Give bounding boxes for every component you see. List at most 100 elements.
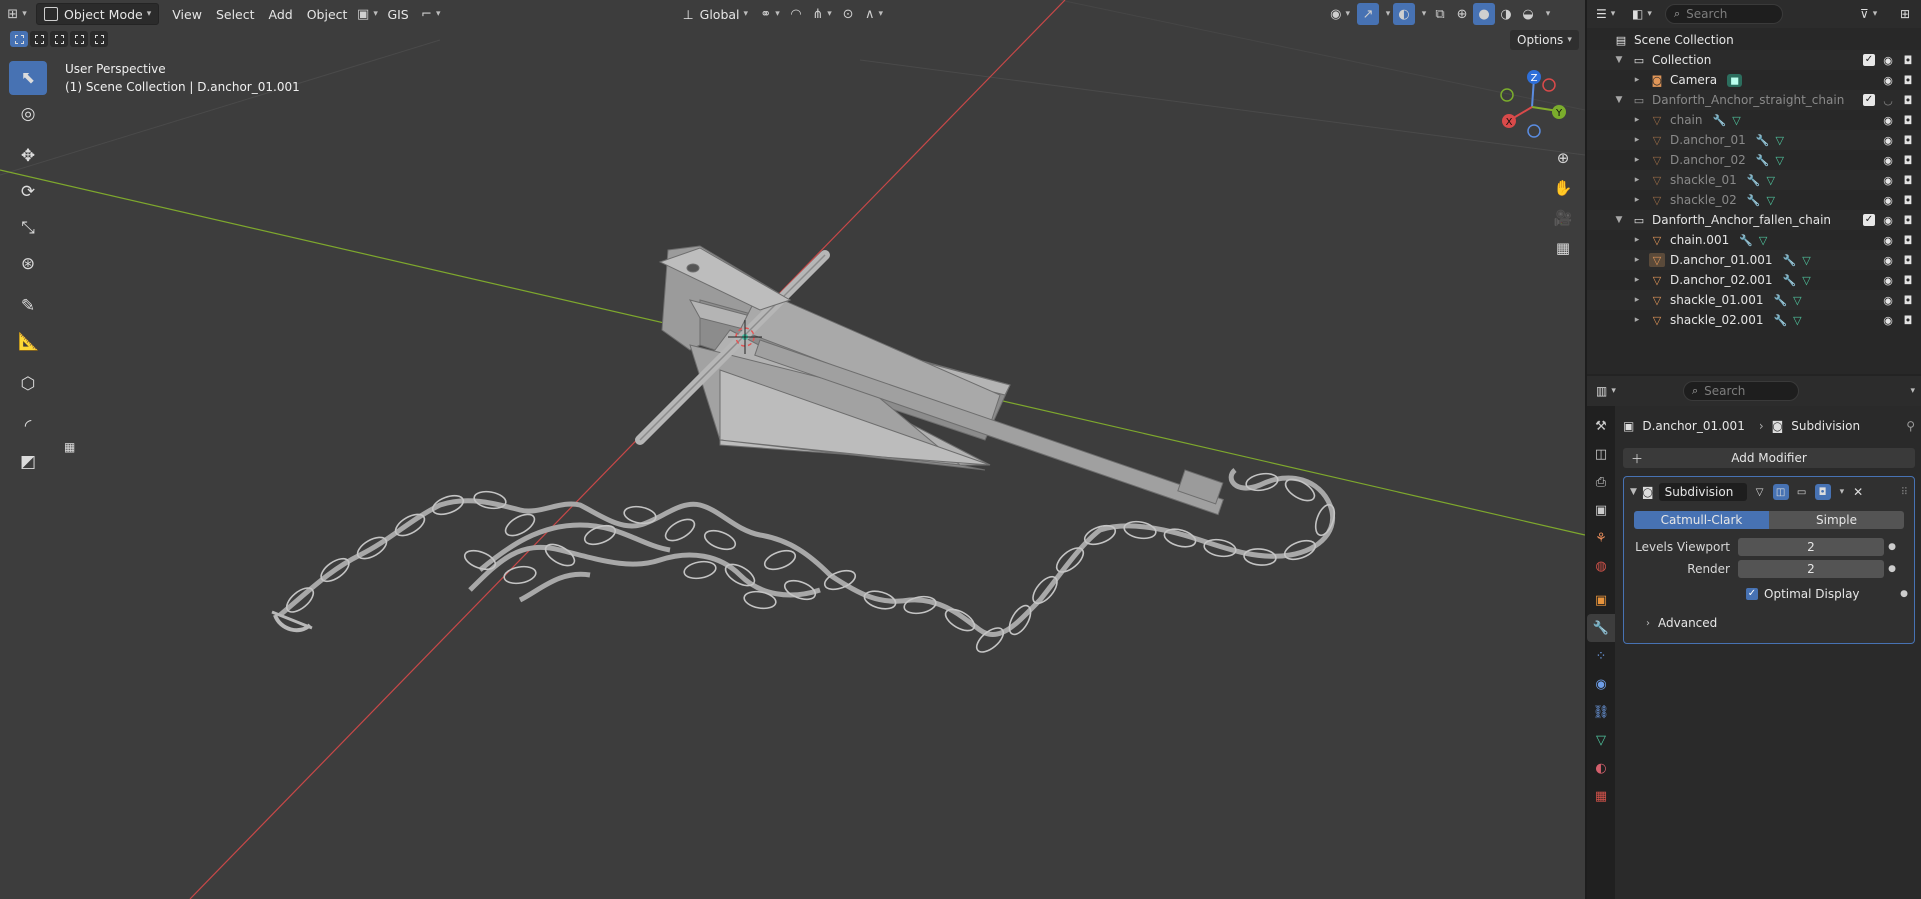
mode-dropdown[interactable]: Object Mode ▾ xyxy=(36,3,160,25)
select-box-tool[interactable]: ⬉ xyxy=(9,61,47,95)
eye-icon[interactable]: ◉ xyxy=(1881,154,1895,167)
tool-tab-icon[interactable]: ⚒ xyxy=(1587,412,1615,440)
camera-icon[interactable]: ◘ xyxy=(1901,54,1915,67)
eye-icon[interactable]: ◉ xyxy=(1881,194,1895,207)
wrench-icon[interactable]: 🔧 xyxy=(1747,194,1761,207)
scene-render[interactable] xyxy=(0,0,1585,899)
optimal-display-checkbox[interactable]: ✓ xyxy=(1746,588,1758,600)
mesh-data-icon[interactable]: ▽ xyxy=(1766,174,1774,187)
mesh-data-icon[interactable]: ▽ xyxy=(1802,254,1810,267)
snap-magnet-icon[interactable]: ◠ xyxy=(785,3,807,25)
anchor-mesh[interactable] xyxy=(635,245,1224,516)
eye-icon[interactable]: ◉ xyxy=(1881,114,1895,127)
ortho-grid-icon[interactable]: ▦ xyxy=(1550,235,1576,261)
menu-object[interactable]: Object xyxy=(300,3,355,25)
outliner[interactable]: ☰ ▾ ◧ ▾ ⌕ Search ⊽ ▾ ⊞ ▤ Scene Collection ▼… xyxy=(1587,0,1921,374)
wrench-icon[interactable]: 🔧 xyxy=(1713,114,1727,127)
outliner-search[interactable]: ⌕ Search xyxy=(1665,4,1783,24)
expand-right-icon[interactable]: ▸ xyxy=(1631,295,1643,305)
output-tab-icon[interactable]: ⎙ xyxy=(1587,468,1615,496)
camera-icon[interactable]: ◘ xyxy=(1901,94,1915,107)
expand-right-icon[interactable]: ▸ xyxy=(1631,135,1643,145)
image-tool[interactable]: ◩ xyxy=(9,445,47,479)
simple-button[interactable]: Simple xyxy=(1769,511,1904,529)
particles-tab-icon[interactable]: ⁘ xyxy=(1587,642,1615,670)
checkbox-icon[interactable]: ✓ xyxy=(1863,54,1875,66)
camera-icon[interactable]: ◘ xyxy=(1901,174,1915,187)
chevron-down-icon[interactable]: ▾ xyxy=(1840,487,1845,497)
expand-down-icon[interactable]: ▼ xyxy=(1613,215,1625,225)
material-tab-icon[interactable]: ◐ xyxy=(1587,754,1615,782)
pivot-icon[interactable]: ⚭ ▾ xyxy=(755,3,785,25)
mesh-data-icon[interactable]: ▽ xyxy=(1775,134,1783,147)
wrench-icon[interactable]: 🔧 xyxy=(1739,234,1753,247)
camera-icon[interactable]: ◘ xyxy=(1901,194,1915,207)
properties-search[interactable]: ⌕ Search xyxy=(1683,381,1799,401)
move-tool[interactable]: ✥ xyxy=(9,139,47,173)
camera-icon[interactable]: ◘ xyxy=(1901,134,1915,147)
expand-right-icon[interactable]: ▸ xyxy=(1631,255,1643,265)
expand-down-icon[interactable]: ▼ xyxy=(1613,95,1625,105)
eye-icon[interactable]: ◉ xyxy=(1881,294,1895,307)
select-extend-icon[interactable] xyxy=(30,31,48,47)
checker-icon[interactable]: ▦ xyxy=(64,440,78,454)
constraints-tab-icon[interactable]: ⛓ xyxy=(1587,698,1615,726)
camera-icon[interactable]: ◘ xyxy=(1901,234,1915,247)
eye-icon[interactable]: ◉ xyxy=(1881,54,1895,67)
select-intersect-icon[interactable] xyxy=(90,31,108,47)
measure-tool[interactable]: 📐 xyxy=(9,325,47,359)
wrench-icon[interactable]: 🔧 xyxy=(1773,294,1787,307)
select-subtract-icon[interactable] xyxy=(50,31,68,47)
viewport-display-icon[interactable]: ▭ xyxy=(1794,484,1810,500)
texture-tab-icon[interactable]: ▦ xyxy=(1587,782,1615,810)
expand-right-icon[interactable]: ▸ xyxy=(1631,315,1643,325)
expand-right-icon[interactable]: ▸ xyxy=(1631,175,1643,185)
object-tab-icon[interactable]: ▣ xyxy=(1587,586,1615,614)
camera-icon[interactable]: ◘ xyxy=(1901,274,1915,287)
camera-icon[interactable]: ◘ xyxy=(1901,254,1915,267)
tree-item[interactable]: ▸ ▽ shackle_02 🔧 ▽ ◉ ◘ xyxy=(1587,190,1921,210)
wrench-icon[interactable]: 🔧 xyxy=(1782,274,1796,287)
expand-right-icon[interactable]: ▸ xyxy=(1631,235,1643,245)
camera-data-icon[interactable]: ◼ xyxy=(1727,73,1743,87)
camera-view-icon[interactable]: 🎥 xyxy=(1550,205,1576,231)
falloff-icon[interactable]: ∧ ▾ xyxy=(859,3,889,25)
expand-right-icon[interactable]: ▸ xyxy=(1631,75,1643,85)
add-modifier-button[interactable]: ＋ Add Modifier xyxy=(1623,448,1915,468)
camera-icon[interactable]: ◘ xyxy=(1901,314,1915,327)
properties-editor-icon[interactable]: ▥ ▾ xyxy=(1593,381,1623,401)
wrench-icon[interactable]: 🔧 xyxy=(1756,154,1770,167)
eye-closed-icon[interactable]: ◡ xyxy=(1881,94,1895,107)
checkbox-icon[interactable]: ✓ xyxy=(1863,94,1875,106)
data-tab-icon[interactable]: ▽ xyxy=(1587,726,1615,754)
checkbox-icon[interactable]: ✓ xyxy=(1863,214,1875,226)
advanced-subpanel-header[interactable]: › Advanced xyxy=(1630,611,1908,635)
tree-item[interactable]: ▸ ▽ shackle_01.001 🔧 ▽ ◉ ◘ xyxy=(1587,290,1921,310)
cursor-tool[interactable]: ◎ xyxy=(9,97,47,131)
expand-right-icon[interactable]: ▸ xyxy=(1631,275,1643,285)
expand-down-icon[interactable]: ▼ xyxy=(1613,55,1625,65)
editor-type-icon[interactable]: ⊞ ▾ xyxy=(6,3,28,25)
edit-mode-icon[interactable]: ▽ xyxy=(1752,484,1768,500)
drag-handle-icon[interactable]: ⠿ xyxy=(1901,487,1908,498)
proportional-edit-icon[interactable]: ⊙ xyxy=(837,3,859,25)
overlay-toggle-icon[interactable]: ◐ xyxy=(1393,3,1416,25)
eye-icon[interactable]: ◉ xyxy=(1881,234,1895,247)
navigation-gizmo[interactable]: Z Y X xyxy=(1490,65,1570,145)
snap-target-icon[interactable]: ⋔ ▾ xyxy=(807,3,837,25)
view-layer-tab-icon[interactable]: ▣ xyxy=(1587,496,1615,524)
wrench-icon[interactable]: 🔧 xyxy=(1756,134,1770,147)
chevron-down-icon[interactable]: ▾ xyxy=(1379,3,1393,25)
tree-item[interactable]: ▸ ▽ chain 🔧 ▽ ◉ ◘ xyxy=(1587,110,1921,130)
rotate-tool[interactable]: ⟳ xyxy=(9,175,47,209)
tree-item[interactable]: ▸ ◙ Camera ◼ ◉ ◘ xyxy=(1587,70,1921,90)
pan-hand-icon[interactable]: ✋ xyxy=(1550,175,1576,201)
tree-item[interactable]: ▼ ▭ Collection ✓ ◉ ◘ xyxy=(1587,50,1921,70)
snap-icon[interactable]: ▣ ▾ xyxy=(354,3,380,25)
modifier-name-field[interactable]: Subdivision xyxy=(1658,483,1747,501)
new-collection-icon[interactable]: ⊞ xyxy=(1897,4,1915,24)
outliner-editor-icon[interactable]: ☰ ▾ xyxy=(1593,4,1623,24)
tree-item[interactable]: ▸ ▽ shackle_02.001 🔧 ▽ ◉ ◘ xyxy=(1587,310,1921,330)
eye-icon[interactable]: ◉ xyxy=(1881,274,1895,287)
tree-item[interactable]: ▼ ▭ Danforth_Anchor_fallen_chain ✓ ◉ ◘ xyxy=(1587,210,1921,230)
